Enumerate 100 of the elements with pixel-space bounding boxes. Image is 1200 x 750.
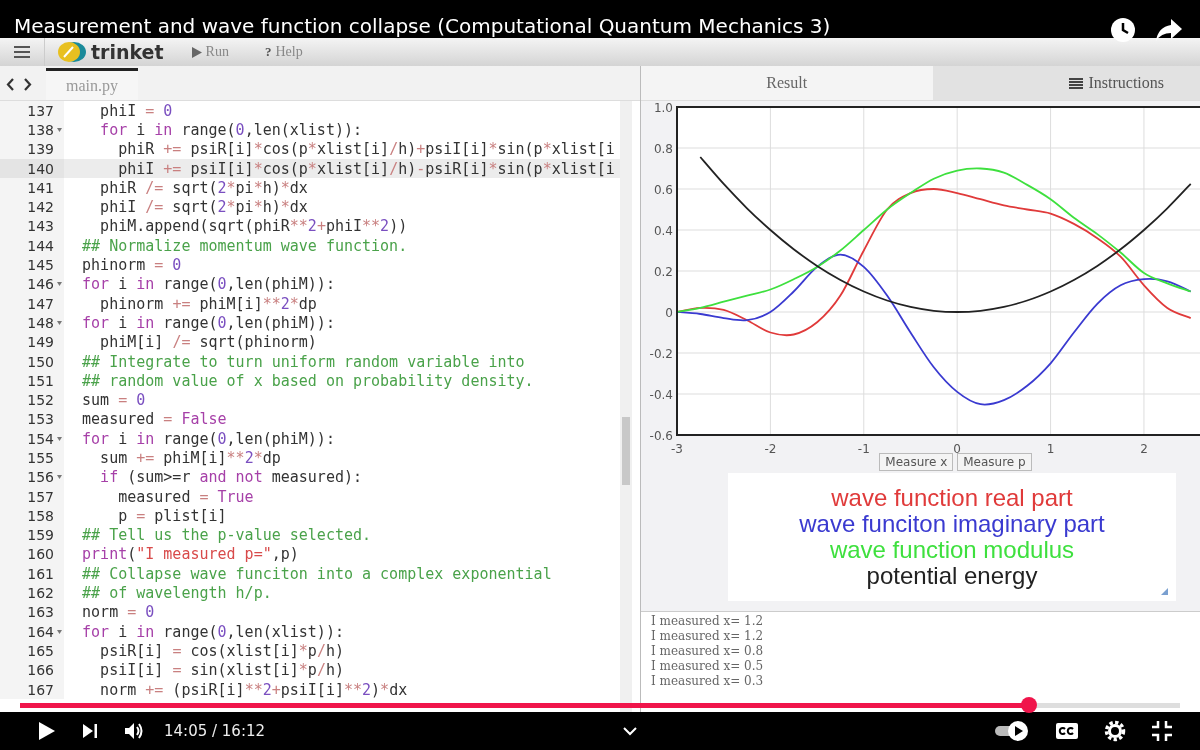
chevron-down-icon[interactable] <box>622 726 637 736</box>
line-number: 140 <box>27 160 54 177</box>
axis-label: -3 <box>671 442 683 453</box>
code-line: phinorm = 0 <box>81 256 182 274</box>
code-line: if (sum>=r and not measured): <box>99 468 363 487</box>
code-line: ## Collapse wave funciton into a complex exponential <box>81 564 552 583</box>
code-line: phiR += psiR[i]*cos(p*xlist[i]/h)+psiI[i]*sin(p*xlist[i <box>117 140 615 159</box>
line-number: 153 <box>27 411 54 428</box>
measure-button[interactable]: Measure x <box>879 453 954 471</box>
line-number: 154 <box>27 430 54 447</box>
fold-icon[interactable] <box>56 436 62 441</box>
line-number: 152 <box>27 392 54 409</box>
code-line: for i in range(0,len(phiM)): <box>81 313 335 332</box>
axis-label: 0.4 <box>653 224 673 238</box>
line-number: 166 <box>27 662 54 679</box>
code-line: ## random value of x based on probability density. <box>81 371 534 390</box>
share-icon[interactable] <box>1156 19 1182 41</box>
console-line: I measured x= 1.2 <box>651 629 764 644</box>
axis-label: -2 <box>764 442 777 453</box>
autoplay-toggle[interactable] <box>994 720 1030 742</box>
line-number: 164 <box>27 623 54 640</box>
line-number: 148 <box>27 314 54 331</box>
legend-text: wave function real part <box>831 485 1073 511</box>
scrollbar[interactable] <box>620 101 632 712</box>
code-line: norm = 0 <box>81 603 155 622</box>
code-line: phiI = 0 <box>99 101 173 120</box>
exit-fullscreen-icon[interactable] <box>1152 721 1172 741</box>
axis-label: 0.2 <box>653 265 673 279</box>
chevron-left-icon[interactable] <box>6 78 15 91</box>
logo-text: trinket <box>91 41 164 63</box>
captions-icon[interactable] <box>1056 723 1078 739</box>
line-number: 159 <box>27 527 54 544</box>
fold-icon[interactable] <box>56 629 62 634</box>
time-display: 14:05 / 16:12 <box>164 722 266 740</box>
menu-icon[interactable] <box>14 46 30 58</box>
console-line: I measured x= 0.5 <box>651 659 764 674</box>
next-icon[interactable] <box>82 723 98 739</box>
code-line: norm += (psiR[i]**2+psiI[i]**2)*dx <box>99 680 408 699</box>
fold-icon[interactable] <box>56 282 62 287</box>
line-number: 150 <box>27 353 54 370</box>
code-line: measured = False <box>81 410 227 429</box>
line-number: 155 <box>27 450 54 466</box>
code-line: ## of wavelength h/p. <box>81 584 272 603</box>
volume-icon[interactable] <box>124 722 144 740</box>
code-line: for i in range(0,len(xlist)): <box>99 120 363 139</box>
code-line: phinorm += phiM[i]**2*dp <box>99 294 317 313</box>
code-line: sum = 0 <box>81 391 146 410</box>
axis-label: 0.6 <box>653 183 673 197</box>
video-title: Measurement and wave function collapse (Computational Quantum Mechanics 3) <box>14 14 831 38</box>
chevron-right-icon[interactable] <box>23 78 32 91</box>
line-number: 149 <box>27 334 54 351</box>
code-line: print("I measured p=",p) <box>81 545 299 564</box>
fold-icon[interactable] <box>56 320 62 325</box>
axis-label: 1.0 <box>653 101 673 115</box>
code-line: for i in range(0,len(xlist)): <box>81 622 344 641</box>
code-line: ## Integrate to turn uniform random variable into <box>81 352 525 371</box>
line-number: 158 <box>27 507 54 524</box>
code-line: p = plist[i] <box>117 506 227 525</box>
code-line: ## Tell us the p-value selected. <box>81 526 372 545</box>
line-number: 163 <box>27 604 54 621</box>
code-line: phiM[i] /= sqrt(phinorm) <box>99 333 317 352</box>
code-line: for i in range(0,len(phiM)): <box>81 429 335 448</box>
line-number: 137 <box>27 102 54 119</box>
legend-text: potential energy <box>866 563 1038 589</box>
code-line: phiI /= sqrt(2*pi*h)*dx <box>99 198 308 217</box>
play-icon[interactable] <box>38 721 56 741</box>
line-number: 147 <box>27 295 54 312</box>
line-number: 156 <box>27 469 54 486</box>
line-number: 143 <box>27 218 54 235</box>
fold-icon[interactable] <box>56 127 62 132</box>
console-line: I measured x= 0.3 <box>651 674 764 689</box>
line-number: 141 <box>27 179 54 196</box>
line-number: 157 <box>27 488 54 505</box>
play-icon <box>191 46 202 58</box>
code-line: ## Normalize momentum wave function. <box>81 236 408 255</box>
toolbar-button[interactable]: ? Help <box>258 42 309 62</box>
panel-tab[interactable]: Instructions <box>932 66 1200 100</box>
resize-handle-icon[interactable] <box>1161 588 1168 595</box>
code-line: phiR /= sqrt(2*pi*h)*dx <box>99 178 308 197</box>
fold-icon[interactable] <box>56 475 62 480</box>
axis-label: -1 <box>857 442 870 453</box>
logo-icon <box>57 41 87 63</box>
line-number: 145 <box>27 257 54 273</box>
line-number: 160 <box>27 546 54 563</box>
console-line: I measured x= 1.2 <box>651 614 764 629</box>
code-line: phiM.append(sqrt(phiR**2+phiI**2)) <box>99 217 408 236</box>
list-icon <box>1069 77 1084 89</box>
line-number: 144 <box>27 237 54 254</box>
clock-icon[interactable] <box>1110 17 1136 43</box>
legend-text: wave funciton imaginary part <box>799 511 1105 537</box>
settings-icon[interactable] <box>1104 720 1126 742</box>
line-number: 151 <box>27 372 54 389</box>
axis-label: 1 <box>1046 442 1055 453</box>
code-line: psiR[i] = cos(xlist[i]*p/h) <box>99 641 344 660</box>
measure-button[interactable]: Measure p <box>957 453 1032 471</box>
axis-label: 0.8 <box>653 142 673 156</box>
line-number: 162 <box>27 585 54 602</box>
axis-label: -0.4 <box>649 388 673 402</box>
line-number: 139 <box>27 141 54 158</box>
line-number: 165 <box>27 642 54 659</box>
